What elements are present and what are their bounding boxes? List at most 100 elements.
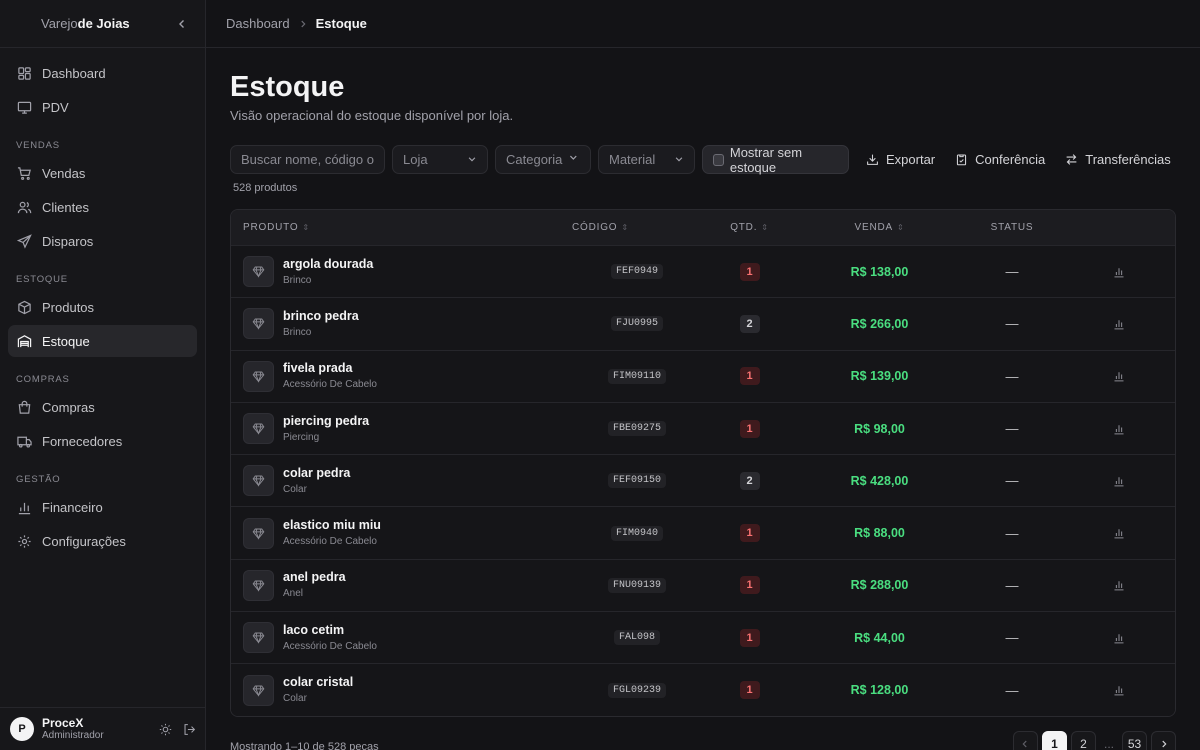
search-input[interactable] <box>241 152 374 167</box>
header-qty[interactable]: Qtd. ⇕ <box>702 222 797 233</box>
status-cell: — <box>962 264 1062 279</box>
product-cell: brinco pedra Brinco <box>231 308 572 340</box>
table-row[interactable]: argola dourada Brinco FEF0949 1 R$ 138,0… <box>231 245 1175 298</box>
row-actions <box>1062 632 1175 644</box>
page-title: Estoque <box>230 71 345 103</box>
sidebar-item-dashboard[interactable]: Dashboard <box>8 57 197 89</box>
product-category: Anel <box>283 588 304 600</box>
product-code: FNU09139 <box>607 577 666 593</box>
product-name[interactable]: fivela prada <box>283 361 377 376</box>
sidebar-item-configuracoes[interactable]: Configurações <box>8 525 197 557</box>
transfers-button[interactable]: Transferências <box>1055 145 1181 174</box>
product-cell: colar pedra Colar <box>231 465 572 497</box>
sidebar-item-produtos[interactable]: Produtos <box>8 291 197 323</box>
qty-badge: 1 <box>739 576 760 595</box>
prev-page-button[interactable] <box>1012 731 1038 750</box>
status-cell: — <box>962 683 1062 698</box>
sidebar-item-financeiro[interactable]: Financeiro <box>8 491 197 523</box>
chevron-down-icon <box>467 152 477 167</box>
row-actions <box>1062 684 1175 696</box>
product-name[interactable]: colar pedra <box>283 466 350 481</box>
product-name[interactable]: brinco pedra <box>283 309 359 324</box>
header-product[interactable]: Produto ⇕ <box>231 222 572 233</box>
page-2-button[interactable]: 2 <box>1070 731 1096 750</box>
row-actions <box>1062 527 1175 539</box>
monitor-icon <box>16 99 32 115</box>
code-cell: FAL098 <box>572 630 702 646</box>
header-sale[interactable]: Venda ⇕ <box>797 222 962 233</box>
table-row[interactable]: colar pedra Colar FEF09150 2 R$ 428,00 — <box>231 454 1175 507</box>
sidebar-item-pdv[interactable]: PDV <box>8 91 197 123</box>
qty-badge: 1 <box>739 419 760 438</box>
sidebar-item-vendas[interactable]: Vendas <box>8 157 197 189</box>
table-footer: Mostrando 1–10 de 528 peças 1 2 ... 53 <box>230 729 1176 750</box>
table-row[interactable]: laco cetim Acessório De Cabelo FAL098 1 … <box>231 611 1175 664</box>
table-row[interactable]: brinco pedra Brinco FJU0995 2 R$ 266,00 … <box>231 297 1175 350</box>
qty-cell: 1 <box>702 524 797 543</box>
table-row[interactable]: piercing pedra Piercing FBE09275 1 R$ 98… <box>231 401 1175 455</box>
sidebar-item-compras[interactable]: Compras <box>8 391 197 423</box>
page-1-button[interactable]: 1 <box>1041 731 1067 750</box>
table-row[interactable]: anel pedra Anel FNU09139 1 R$ 288,00 — <box>231 558 1175 612</box>
product-name[interactable]: colar cristal <box>283 675 353 690</box>
product-name[interactable]: elastico miu miu <box>283 518 381 533</box>
table-header: Produto ⇕ Código ⇕ Qtd. ⇕ Venda ⇕ Status <box>231 210 1175 245</box>
sidebar-item-disparos[interactable]: Disparos <box>8 225 197 257</box>
header-code[interactable]: Código ⇕ <box>572 222 702 233</box>
sidebar-item-clientes[interactable]: Clientes <box>8 191 197 223</box>
sidebar-item-label: Disparos <box>42 233 94 249</box>
bar-chart-icon[interactable] <box>1113 423 1125 435</box>
material-select[interactable]: Material <box>598 145 695 174</box>
user-name: ProceX <box>42 716 84 730</box>
brand-logo[interactable]: Varejode Joias <box>41 16 130 31</box>
sidebar-item-label: Produtos <box>42 299 95 315</box>
page-last-button[interactable]: 53 <box>1122 731 1147 750</box>
table-row[interactable]: colar cristal Colar FGL09239 1 R$ 128,00… <box>231 663 1175 716</box>
bar-chart-icon[interactable] <box>1113 318 1125 330</box>
users-icon <box>16 199 32 215</box>
user-role: Administrador <box>42 730 104 741</box>
table-row[interactable]: elastico miu miu Acessório De Cabelo FIM… <box>231 506 1175 559</box>
sun-icon[interactable] <box>158 722 172 736</box>
user-info: ProceX Administrador <box>42 716 158 742</box>
product-name[interactable]: piercing pedra <box>283 414 369 429</box>
diamond-icon <box>243 517 274 549</box>
showing-text: Mostrando 1–10 de 528 peças <box>230 740 379 750</box>
bar-chart-icon[interactable] <box>1113 684 1125 696</box>
category-select[interactable]: Categoria <box>495 145 591 174</box>
check-button[interactable]: Conferência <box>945 145 1055 174</box>
bar-chart-icon[interactable] <box>1113 475 1125 487</box>
show-out-of-stock-toggle[interactable]: Mostrar sem estoque <box>702 145 849 175</box>
logout-icon[interactable] <box>182 722 196 736</box>
sidebar-item-fornecedores[interactable]: Fornecedores <box>8 425 197 457</box>
product-count: 528 produtos <box>233 182 298 194</box>
export-label: Exportar <box>886 152 936 167</box>
checkbox[interactable] <box>713 153 724 166</box>
sidebar-item-label: Configurações <box>42 533 126 549</box>
product-cell: laco cetim Acessório De Cabelo <box>231 622 572 654</box>
product-code: FJU0995 <box>610 316 663 332</box>
category-select-value: Categoria <box>506 152 563 167</box>
bar-chart-icon[interactable] <box>1113 370 1125 382</box>
next-page-button[interactable] <box>1151 731 1176 750</box>
bar-chart-icon[interactable] <box>1113 632 1125 644</box>
product-name[interactable]: argola dourada <box>283 257 373 272</box>
bar-chart-icon[interactable] <box>1113 266 1125 278</box>
export-button[interactable]: Exportar <box>856 145 945 174</box>
product-name[interactable]: laco cetim <box>283 623 377 638</box>
sale-price: R$ 44,00 <box>854 630 905 645</box>
sale-cell: R$ 288,00 <box>797 578 962 592</box>
status-badge: — <box>1005 525 1019 541</box>
qty-cell: 1 <box>702 419 797 438</box>
product-name[interactable]: anel pedra <box>283 570 346 585</box>
sidebar-item-estoque[interactable]: Estoque <box>8 325 197 357</box>
stock-table: Produto ⇕ Código ⇕ Qtd. ⇕ Venda ⇕ Status arg… <box>230 209 1176 717</box>
breadcrumb-parent[interactable]: Dashboard <box>226 16 290 31</box>
chevron-left-icon[interactable] <box>175 17 189 31</box>
qty-cell: 2 <box>702 471 797 490</box>
store-select[interactable]: Loja <box>392 145 488 174</box>
bar-chart-icon[interactable] <box>1113 527 1125 539</box>
bar-chart-icon[interactable] <box>1113 579 1125 591</box>
table-row[interactable]: fivela prada Acessório De Cabelo FIM0911… <box>231 349 1175 402</box>
avatar[interactable]: P <box>10 717 34 741</box>
